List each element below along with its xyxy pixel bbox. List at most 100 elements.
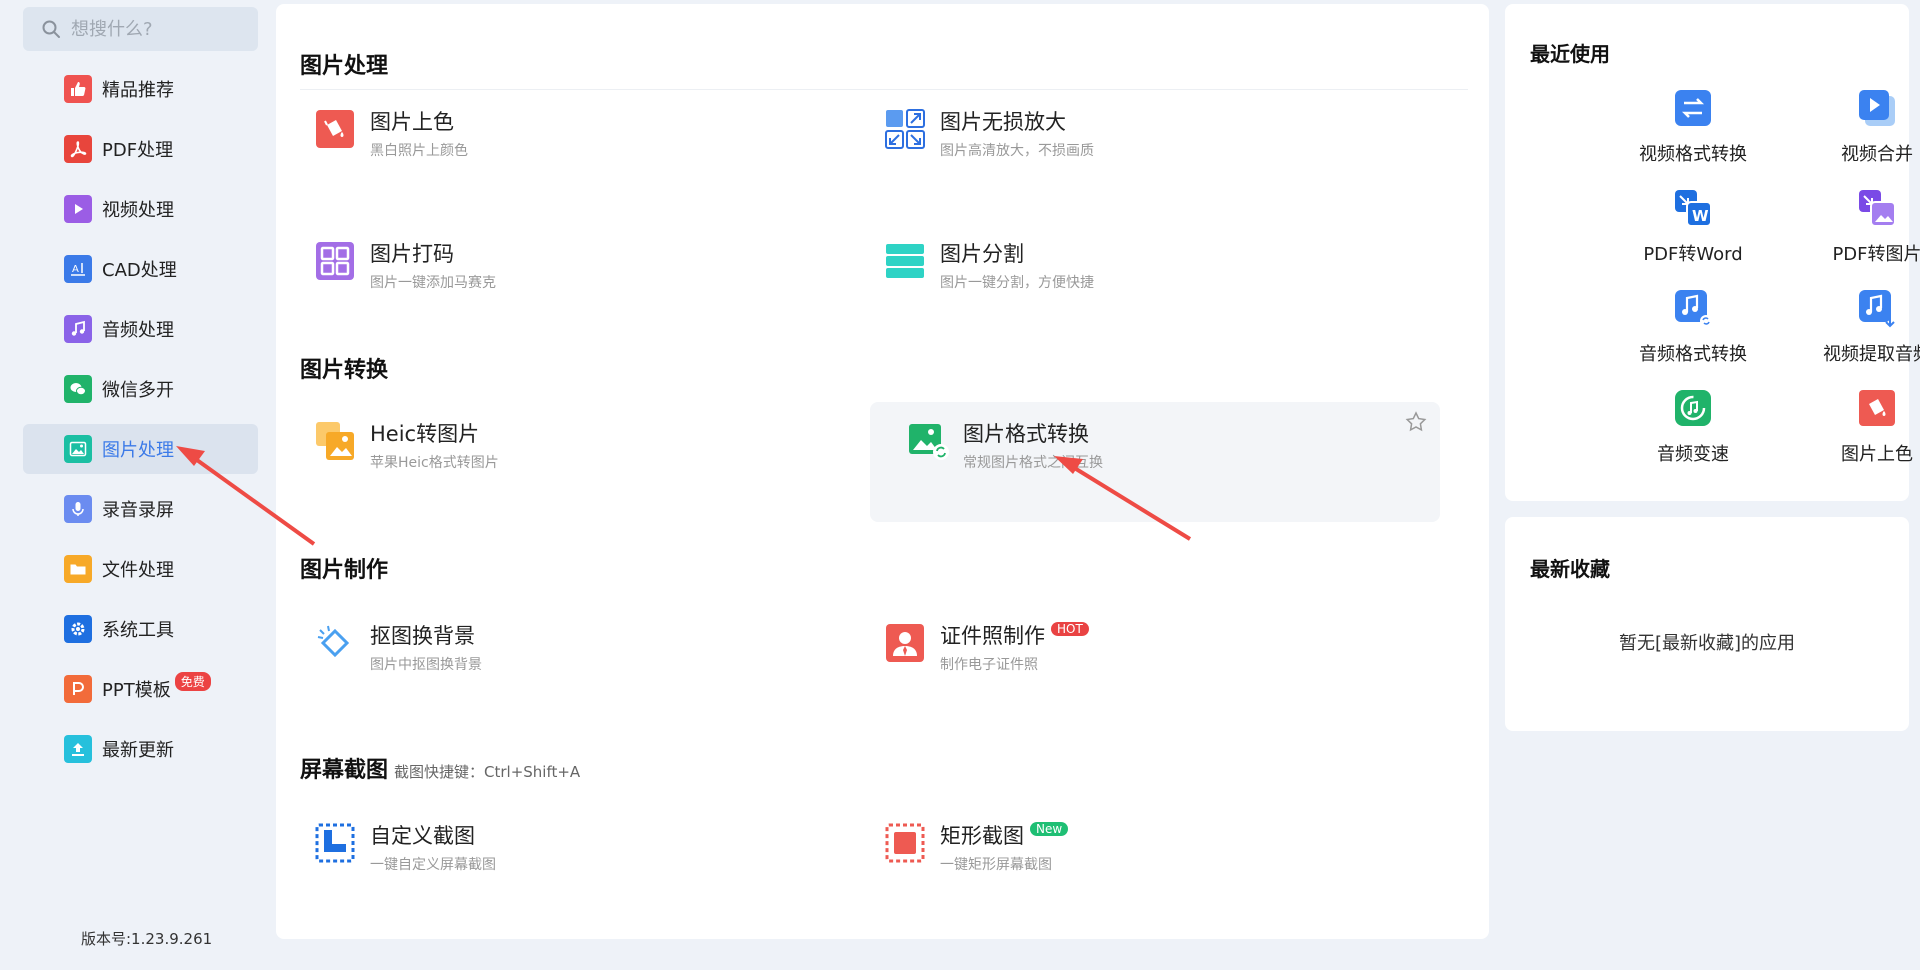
section-title: 图片制作 xyxy=(300,558,389,583)
video-merge-icon xyxy=(1857,88,1897,128)
section-title: 屏幕截图 截图快捷键：Ctrl+Shift+A xyxy=(300,752,580,784)
tool-name: 抠图换背景 xyxy=(370,624,475,648)
recent-item-pdf-word[interactable]: W PDF转Word xyxy=(1613,188,1773,278)
tool-desc: 苹果Heic格式转图片 xyxy=(370,455,499,471)
sidebar-item-cad[interactable]: A CAD处理 xyxy=(23,244,258,294)
sidebar-item-updates[interactable]: 最新更新 xyxy=(23,724,258,774)
recent-item-audio-speed[interactable]: 音频变速 xyxy=(1613,388,1773,478)
svg-text:A: A xyxy=(72,264,79,275)
recent-item-video-convert[interactable]: 视频格式转换 xyxy=(1613,88,1773,178)
recent-item-label: PDF转Word xyxy=(1643,244,1743,265)
search-input[interactable] xyxy=(71,18,251,40)
star-icon[interactable] xyxy=(1404,410,1428,434)
tool-card-cutout[interactable]: 抠图换背景 图片中抠图换背景 xyxy=(276,604,846,724)
thumbs-up-icon xyxy=(64,75,92,103)
image-convert-icon xyxy=(907,420,949,462)
tool-desc: 制作电子证件照 xyxy=(940,657,1038,673)
section-title: 图片处理 xyxy=(300,54,389,79)
tool-card-colorize[interactable]: 图片上色黑白照片上颜色 xyxy=(276,90,846,210)
tool-name: 证件照制作 HOT xyxy=(940,620,1089,650)
sidebar-item-audio[interactable]: 音频处理 xyxy=(23,304,258,354)
paint-bucket-icon xyxy=(1857,388,1897,428)
tool-desc: 一键矩形屏幕截图 xyxy=(940,857,1052,873)
sidebar-item-record[interactable]: 录音录屏 xyxy=(23,484,258,534)
recent-item-extract-audio[interactable]: 视频提取音频 xyxy=(1797,288,1920,378)
tool-desc: 图片一键分割，方便快捷 xyxy=(940,275,1094,291)
recent-item-label: 视频合并 xyxy=(1841,144,1913,165)
folder-icon xyxy=(64,555,92,583)
play-icon xyxy=(64,195,92,223)
sidebar-item-image[interactable]: 图片处理 xyxy=(23,424,258,474)
sidebar-item-ppt[interactable]: PPT模板 免费 xyxy=(23,664,258,714)
recent-item-label: 视频格式转换 xyxy=(1639,144,1747,165)
tool-card-split[interactable]: 图片分割图片一键分割，方便快捷 xyxy=(846,222,1416,342)
sidebar-item-video[interactable]: 视频处理 xyxy=(23,184,258,234)
tool-name: 图片分割 xyxy=(940,242,1024,266)
paint-bucket-icon xyxy=(314,108,356,150)
recent-title: 最近使用 xyxy=(1530,42,1610,66)
tool-name: 自定义截图 xyxy=(370,824,475,848)
favorites-empty-text: 暂无[最新收藏]的应用 xyxy=(1618,633,1796,654)
recent-item-audio-convert[interactable]: 音频格式转换 xyxy=(1613,288,1773,378)
sidebar-item-label: PPT模板 xyxy=(102,680,171,701)
pdf-word-icon: W xyxy=(1673,188,1713,228)
sidebar-item-recommend[interactable]: 精品推荐 xyxy=(23,64,258,114)
sidebar-item-label: PDF处理 xyxy=(102,140,174,161)
tool-name: Heic转图片 xyxy=(370,422,480,446)
recent-item-label: PDF转图片 xyxy=(1832,244,1920,265)
tool-card-id-photo[interactable]: 证件照制作 HOT 制作电子证件照 xyxy=(846,604,1416,724)
search-box[interactable] xyxy=(23,7,258,51)
search-icon xyxy=(42,20,60,38)
tool-card-image-convert[interactable]: 图片格式转换常规图片格式之间互换 xyxy=(870,402,1440,522)
version-label: 版本号:1.23.9.261 xyxy=(81,930,213,948)
rect-capture-icon xyxy=(884,822,926,864)
tool-name: 图片无损放大 xyxy=(940,110,1066,134)
pdf-icon xyxy=(64,135,92,163)
id-photo-icon xyxy=(884,622,926,664)
section-title: 图片转换 xyxy=(300,358,389,383)
tool-desc: 黑白照片上颜色 xyxy=(370,143,468,159)
favorites-title: 最新收藏 xyxy=(1530,557,1610,581)
tool-card-rect-capture[interactable]: 矩形截图 New 一键矩形屏幕截图 xyxy=(846,804,1416,924)
tool-desc: 常规图片格式之间互换 xyxy=(963,455,1103,471)
tool-name: 图片格式转换 xyxy=(963,422,1089,446)
tool-card-custom-capture[interactable]: 自定义截图 一键自定义屏幕截图 xyxy=(276,804,846,924)
cutout-icon xyxy=(314,622,356,664)
pdf-image-icon xyxy=(1857,188,1897,228)
hot-badge: HOT xyxy=(1051,622,1089,636)
tool-desc: 图片高清放大，不损画质 xyxy=(940,143,1094,159)
sidebar-item-label: 视频处理 xyxy=(102,200,174,221)
section-title-text: 屏幕截图 xyxy=(300,758,389,783)
mic-icon xyxy=(64,495,92,523)
tool-name-text: 矩形截图 xyxy=(940,824,1024,848)
sidebar-item-label: 系统工具 xyxy=(102,620,174,641)
enlarge-icon xyxy=(884,108,926,150)
tool-card-heic[interactable]: Heic转图片苹果Heic格式转图片 xyxy=(276,402,846,522)
new-badge: New xyxy=(1030,822,1069,836)
recent-panel: 最近使用 视频格式转换 视频合并 W PDF转Word PDF转图片 音频格式转… xyxy=(1505,4,1920,501)
tool-name: 矩形截图 New xyxy=(940,820,1069,850)
recent-item-video-merge[interactable]: 视频合并 xyxy=(1797,88,1920,178)
recent-item-pdf-image[interactable]: PDF转图片 xyxy=(1797,188,1920,278)
sidebar-item-wechat[interactable]: 微信多开 xyxy=(23,364,258,414)
sidebar-item-label: 录音录屏 xyxy=(102,500,174,521)
audio-speed-icon xyxy=(1673,388,1713,428)
split-icon xyxy=(884,240,926,282)
main-panel: 图片处理 图片上色黑白照片上颜色 图片无损放大图片高清放大，不损画质 图片打码图… xyxy=(276,4,1489,939)
sidebar: 精品推荐 PDF处理 视频处理 A CAD处理 音频处理 微信多开 图片处理 录… xyxy=(0,0,270,970)
tool-card-enlarge[interactable]: 图片无损放大图片高清放大，不损画质 xyxy=(846,90,1416,210)
video-convert-icon xyxy=(1673,88,1713,128)
recent-item-colorize[interactable]: 图片上色 xyxy=(1797,388,1920,478)
ppt-icon xyxy=(64,675,92,703)
sidebar-item-label: 音频处理 xyxy=(102,320,174,341)
sidebar-item-system[interactable]: 系统工具 xyxy=(23,604,258,654)
tool-desc: 图片一键添加马赛克 xyxy=(370,275,496,291)
sidebar-item-file[interactable]: 文件处理 xyxy=(23,544,258,594)
sidebar-item-label: 最新更新 xyxy=(102,740,174,761)
tool-name: 图片上色 xyxy=(370,110,454,134)
section-subtitle: 截图快捷键：Ctrl+Shift+A xyxy=(394,763,581,781)
mosaic-icon xyxy=(314,240,356,282)
tool-card-mosaic[interactable]: 图片打码 图片一键添加马赛克 xyxy=(276,222,846,342)
sidebar-item-pdf[interactable]: PDF处理 xyxy=(23,124,258,174)
recent-item-label: 图片上色 xyxy=(1841,444,1913,465)
